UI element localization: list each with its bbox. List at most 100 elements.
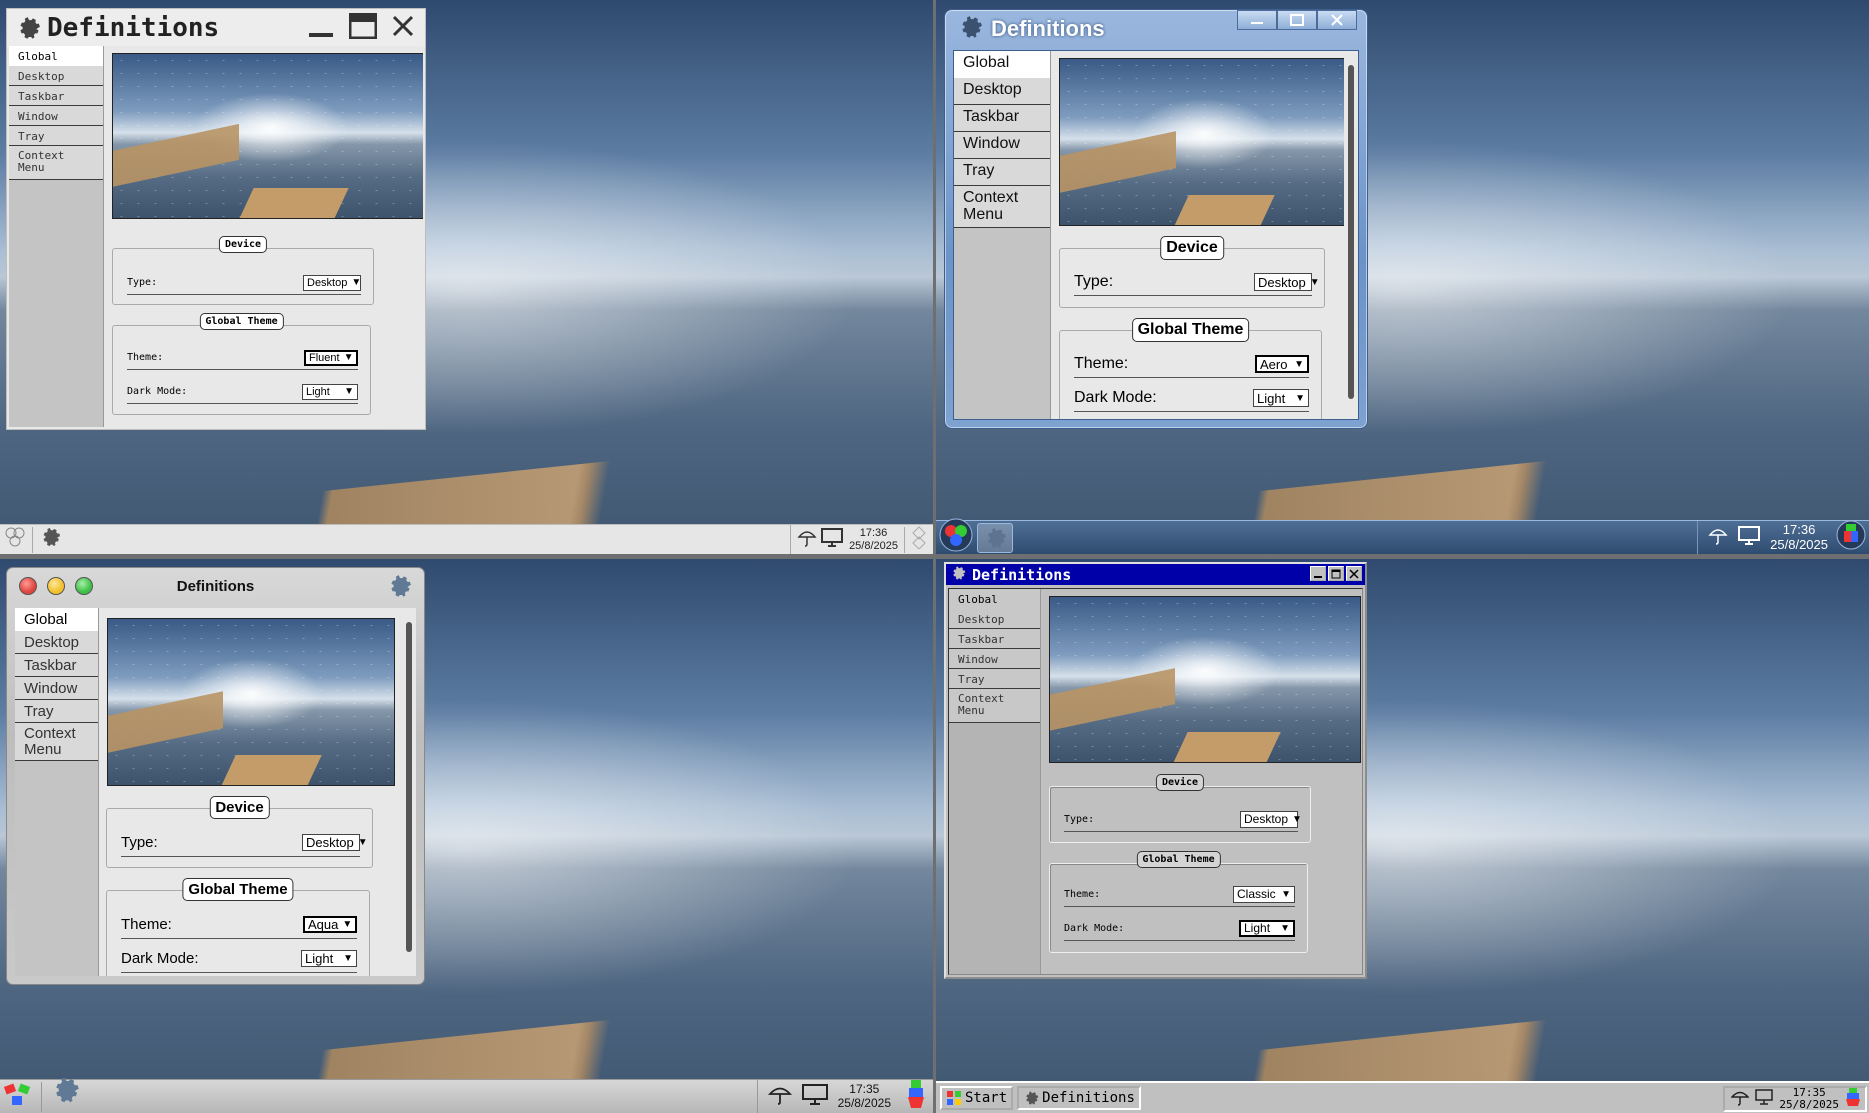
umbrella-icon[interactable] — [767, 1083, 792, 1110]
tab-global[interactable]: Global — [9, 46, 103, 66]
taskbar: 17:36 25/8/2025 — [936, 518, 1869, 554]
dark-mode-select[interactable]: Light ▼ — [1253, 389, 1309, 407]
global-panel: Device Type: Desktop ▼ Global Theme Theme… — [1051, 51, 1358, 419]
device-group-title: Device — [209, 796, 270, 819]
dark-mode-value: Light — [305, 951, 334, 966]
minimize-icon[interactable] — [1310, 566, 1326, 581]
dark-mode-select[interactable]: Light ▼ — [1239, 919, 1295, 937]
gear-icon[interactable] — [39, 526, 61, 553]
title-bar[interactable]: Definitions — [7, 9, 425, 47]
monitor-icon[interactable] — [801, 1083, 828, 1110]
dark-mode-label: Dark Mode: — [121, 950, 199, 967]
maximize-icon[interactable] — [1328, 566, 1344, 581]
tab-global[interactable]: Global — [15, 608, 98, 631]
tab-window[interactable]: Window — [9, 106, 103, 126]
title-bar[interactable]: Definitions — [7, 568, 424, 604]
tab-context-menu[interactable]: Context Menu — [15, 723, 98, 761]
monitor-icon[interactable] — [1755, 1089, 1774, 1109]
theme-select[interactable]: Aero ▼ — [1255, 355, 1309, 373]
tab-desktop[interactable]: Desktop — [9, 66, 103, 86]
device-type-value: Desktop — [1244, 812, 1289, 826]
tab-desktop[interactable]: Desktop — [954, 78, 1050, 105]
scrollbar-thumb[interactable] — [1348, 65, 1354, 399]
definitions-window: Definitions Global Desktop Taskbar Windo… — [6, 8, 426, 430]
clock[interactable]: 17:35 25/8/2025 — [1779, 1086, 1839, 1111]
tab-desktop[interactable]: Desktop — [949, 609, 1040, 629]
maximize-icon[interactable] — [75, 577, 93, 595]
maximize-icon[interactable] — [1277, 10, 1317, 30]
start-menu-icon[interactable] — [3, 1079, 35, 1113]
tab-global[interactable]: Global — [949, 589, 1040, 609]
show-desktop-icon[interactable] — [911, 525, 927, 554]
show-desktop-icon[interactable] — [1836, 518, 1866, 554]
monitor-icon[interactable] — [821, 527, 844, 552]
tab-tray[interactable]: Tray — [9, 126, 103, 146]
start-menu-icon[interactable] — [4, 526, 26, 553]
global-theme-title: Global Theme — [199, 313, 284, 330]
show-desktop-icon[interactable] — [905, 1078, 927, 1113]
show-desktop-icon[interactable] — [1845, 1087, 1861, 1111]
close-icon[interactable] — [1317, 10, 1357, 30]
device-type-select[interactable]: Desktop ▼ — [1254, 273, 1320, 291]
device-type-select[interactable]: Desktop ▼ — [1240, 810, 1302, 828]
dark-mode-select[interactable]: Light ▼ — [302, 383, 358, 400]
close-icon[interactable] — [391, 14, 415, 42]
chevron-down-icon: ▼ — [344, 386, 354, 397]
minimize-icon[interactable] — [307, 13, 335, 43]
minimize-icon[interactable] — [47, 577, 65, 595]
theme-label: Theme: — [1074, 355, 1129, 372]
settings-tabs: Global Desktop Taskbar Window Tray Conte… — [9, 46, 104, 427]
umbrella-icon[interactable] — [797, 527, 817, 552]
tab-tray[interactable]: Tray — [15, 700, 98, 723]
tab-global[interactable]: Global — [954, 51, 1050, 78]
gear-icon — [957, 14, 983, 45]
start-menu-icon[interactable] — [939, 518, 973, 554]
umbrella-icon[interactable] — [1708, 525, 1728, 550]
minimize-icon[interactable] — [1237, 10, 1277, 30]
tab-tray[interactable]: Tray — [949, 669, 1040, 689]
theme-select[interactable]: Aqua ▼ — [303, 916, 357, 933]
tab-tray[interactable]: Tray — [954, 159, 1050, 186]
scrollbar[interactable] — [1344, 51, 1358, 419]
tab-desktop[interactable]: Desktop — [15, 631, 98, 654]
tab-context-menu[interactable]: Context Menu — [954, 186, 1050, 228]
scrollbar[interactable] — [402, 608, 416, 976]
device-type-select[interactable]: Desktop ▼ — [302, 834, 368, 851]
close-icon[interactable] — [1346, 566, 1362, 581]
tab-window[interactable]: Window — [954, 132, 1050, 159]
tab-window[interactable]: Window — [15, 677, 98, 700]
theme-value: Classic — [1237, 887, 1276, 901]
definitions-task-button[interactable] — [50, 1075, 80, 1110]
tab-taskbar[interactable]: Taskbar — [954, 105, 1050, 132]
definitions-window: Definitions Global Desktop Taskbar Windo… — [944, 562, 1367, 979]
clock[interactable]: 17:36 25/8/2025 — [849, 527, 898, 551]
definitions-task-button[interactable] — [977, 522, 1013, 553]
clock[interactable]: 17:36 25/8/2025 — [1770, 522, 1828, 552]
tab-taskbar[interactable]: Taskbar — [9, 86, 103, 106]
clock[interactable]: 17:35 25/8/2025 — [838, 1083, 891, 1110]
scrollbar-thumb[interactable] — [406, 622, 412, 952]
tab-taskbar[interactable]: Taskbar — [15, 654, 98, 677]
title-bar[interactable]: Definitions — [945, 10, 1367, 48]
close-icon[interactable] — [19, 577, 37, 595]
device-type-select[interactable]: Desktop ▼ — [303, 274, 361, 291]
theme-select[interactable]: Classic ▼ — [1233, 885, 1295, 903]
tab-taskbar[interactable]: Taskbar — [949, 629, 1040, 649]
umbrella-icon[interactable] — [1730, 1088, 1751, 1110]
maximize-icon[interactable] — [348, 12, 378, 43]
global-theme-group: Global Theme Theme: Fluent ▼ Dark Mode: L… — [112, 313, 371, 415]
tab-context-menu[interactable]: Context Menu — [9, 146, 103, 180]
tab-window[interactable]: Window — [949, 649, 1040, 669]
start-button[interactable]: Start — [940, 1086, 1014, 1110]
settings-tabs: Global Desktop Taskbar Window Tray Conte… — [15, 608, 99, 976]
system-tray: 17:35 25/8/2025 — [756, 1078, 933, 1113]
chevron-down-icon: ▼ — [1281, 888, 1291, 900]
tab-context-menu[interactable]: Context Menu — [949, 689, 1040, 723]
dark-mode-select[interactable]: Light ▼ — [301, 950, 357, 967]
monitor-icon[interactable] — [1738, 525, 1761, 550]
clock-date: 25/8/2025 — [849, 539, 898, 552]
definitions-task-button[interactable]: Definitions — [1017, 1086, 1141, 1110]
theme-select[interactable]: Fluent ▼ — [304, 349, 358, 366]
title-bar[interactable]: Definitions — [946, 564, 1365, 585]
chevron-down-icon: ▼ — [1280, 922, 1290, 934]
